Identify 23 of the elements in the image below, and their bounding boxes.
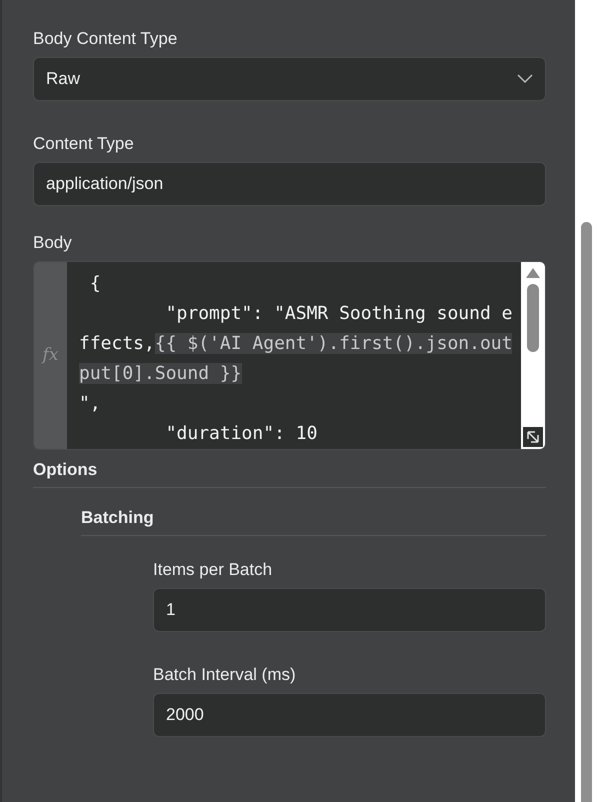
field-label: Body Content Type bbox=[33, 28, 178, 50]
code-line: { bbox=[88, 272, 102, 296]
code-line: "prompt": "ASMR Soothing sound e bbox=[164, 302, 514, 326]
field-label: Content Type bbox=[33, 133, 135, 155]
field-label: Body bbox=[33, 232, 73, 254]
text-field[interactable]: 2000 bbox=[153, 693, 546, 737]
scrollbar-thumb[interactable] bbox=[527, 284, 539, 352]
section-title: Batching bbox=[81, 508, 154, 527]
code-line: ffects,{{ $('AI Agent').first().json.out bbox=[79, 332, 514, 356]
field-label: Items per Batch bbox=[153, 559, 274, 581]
dropdown[interactable]: Raw bbox=[33, 57, 546, 101]
code-line: "duration": 10 bbox=[164, 422, 318, 446]
scroll-up-icon[interactable] bbox=[526, 268, 540, 278]
text-field[interactable]: 1 bbox=[153, 588, 546, 632]
chevron-down-icon bbox=[517, 74, 533, 84]
code-line: ", bbox=[79, 392, 102, 416]
field-label: Batch Interval (ms) bbox=[153, 664, 297, 686]
section-title: Options bbox=[33, 460, 98, 479]
expression-label: fx bbox=[42, 344, 58, 367]
text-field[interactable]: application/json bbox=[33, 162, 546, 206]
scrollbar-thumb[interactable] bbox=[580, 222, 592, 802]
code-editor[interactable]: fx { "prompt": "ASMR Soothing sound e ffects,{{ $('AI Agent').first().json.out put[0].Sound }} ", "duration": 10 bbox=[33, 261, 546, 450]
resize-handle-icon[interactable] bbox=[523, 427, 543, 447]
